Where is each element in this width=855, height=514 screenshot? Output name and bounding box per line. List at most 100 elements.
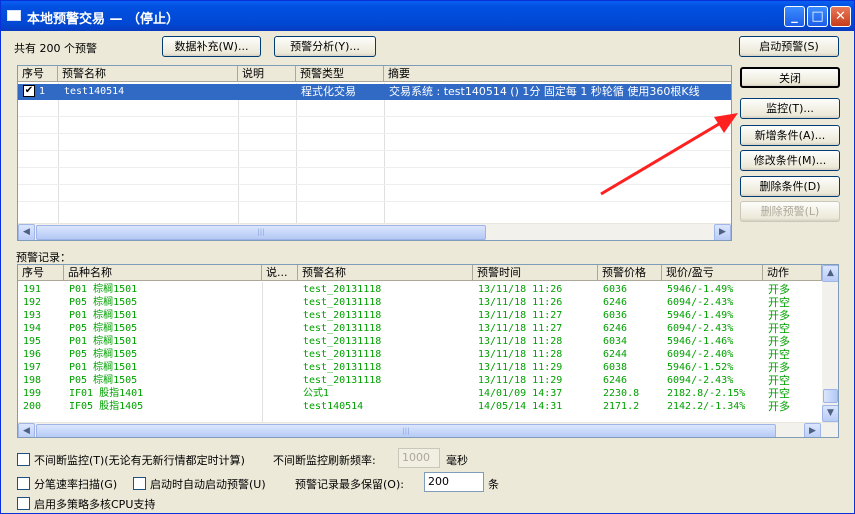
table-row[interactable]: 192 P05 棕榈1505 test_20131118 13/11/18 11:26… [18, 296, 822, 309]
cell-pnl: 6094/-2.43% [667, 375, 734, 386]
scroll-down-icon[interactable]: ▼ [822, 405, 838, 422]
main-window: 本地预警交易 — （停止） _ □ ✕ 共有 200 个预警 数据补充(W)..… [0, 0, 855, 514]
title-bar: 本地预警交易 — （停止） _ □ ✕ [1, 1, 854, 31]
col-header-summary[interactable]: 摘要 [384, 66, 731, 82]
cell-no: 193 [23, 310, 42, 321]
cell-pnl: 5946/-1.46% [667, 336, 734, 347]
multi-core-checkbox[interactable] [17, 497, 30, 510]
start-alert-button[interactable]: 启动预警(S) [739, 36, 839, 57]
cell-note [264, 387, 296, 400]
col-header-note[interactable]: 说... [262, 265, 298, 281]
cell-pnl: 6094/-2.43% [667, 297, 734, 308]
scroll-up-icon[interactable]: ▲ [822, 265, 838, 282]
table-row[interactable]: ✔ 1 test140514 程式化交易 交易系统 : test140514 (… [18, 84, 731, 100]
cell-pnl: 6094/-2.40% [667, 349, 734, 360]
cell-action: 开空 [768, 387, 790, 400]
max-records-input[interactable]: 200 [424, 472, 484, 492]
col-header-price[interactable]: 预警价格 [598, 265, 662, 281]
vscroll-thumb[interactable] [823, 389, 838, 403]
cell-no: 192 [23, 297, 42, 308]
cell-pnl: 6094/-2.43% [667, 323, 734, 334]
table-row[interactable]: 194 P05 棕榈1505 test_20131118 13/11/18 11:27… [18, 322, 822, 335]
col-header-action[interactable]: 动作 [763, 265, 822, 281]
cell-price: 6036 [603, 310, 628, 321]
delete-condition-button[interactable]: 删除条件(D) [740, 176, 840, 197]
ms-unit: 毫秒 [446, 454, 468, 467]
row-desc [241, 85, 294, 98]
table-row[interactable]: 200 IF05 股指1405 test140514 14/05/14 14:31 21… [18, 400, 822, 413]
cell-product: P01 棕榈1501 [69, 284, 138, 295]
cell-time: 13/11/18 11:26 [478, 297, 563, 308]
col-header-name[interactable]: 预警名称 [58, 66, 238, 82]
window-icon [7, 10, 21, 21]
cell-price: 2171.2 [603, 401, 640, 412]
table-row[interactable]: 199 IF01 股指1401 公式1 14/01/09 14:37 2230.8 218… [18, 387, 822, 400]
split-scan-checkbox[interactable] [17, 477, 30, 490]
cell-note [264, 348, 296, 361]
alert-analysis-button[interactable]: 预警分析(Y)... [274, 36, 376, 57]
row-summary: 交易系统 : test140514 () 1分 固定每 1 秒轮循 使用360根… [389, 85, 700, 98]
cell-action: 开多 [768, 335, 790, 348]
records-hscrollbar[interactable]: ◀ ||| ▶ [18, 422, 838, 437]
cell-note [264, 283, 296, 296]
cell-product: P05 棕榈1505 [69, 323, 138, 334]
cell-note [264, 361, 296, 374]
records-list[interactable]: 序号 品种名称 说... 预警名称 预警时间 预警价格 现价/盈亏 动作 191… [17, 264, 839, 438]
row-checkbox[interactable]: ✔ [23, 85, 35, 97]
add-condition-button[interactable]: 新增条件(A)... [740, 125, 840, 146]
col-header-time[interactable]: 预警时间 [473, 265, 598, 281]
continuous-monitor-checkbox[interactable] [17, 453, 30, 466]
cell-product: P05 棕榈1505 [69, 375, 138, 386]
cell-no: 199 [23, 388, 42, 399]
scroll-right-icon[interactable]: ▶ [714, 224, 731, 240]
cell-alert: test_20131118 [303, 375, 382, 386]
multi-core-label: 启用多策略多核CPU支持 [34, 498, 156, 511]
close-button[interactable]: 关闭 [740, 67, 840, 88]
cell-pnl: 2142.2/-1.34% [667, 401, 746, 412]
col-header-product[interactable]: 品种名称 [64, 265, 262, 281]
records-vscrollbar[interactable]: ▲ ▼ [822, 265, 838, 422]
close-window-button[interactable]: ✕ [830, 6, 851, 27]
modify-condition-button[interactable]: 修改条件(M)... [740, 150, 840, 171]
cell-no: 200 [23, 401, 42, 412]
col-header-no[interactable]: 序号 [18, 265, 64, 281]
scroll-thumb[interactable]: ||| [36, 424, 776, 437]
table-row[interactable]: 191 P01 棕榈1501 test_20131118 13/11/18 11:26… [18, 283, 822, 296]
col-header-alert[interactable]: 预警名称 [298, 265, 473, 281]
cell-pnl: 5946/-1.49% [667, 284, 734, 295]
col-header-pnl[interactable]: 现价/盈亏 [662, 265, 763, 281]
table-row[interactable]: 195 P01 棕榈1501 test_20131118 13/11/18 11:28… [18, 335, 822, 348]
alerts-hscrollbar[interactable]: ◀ ||| ▶ [18, 223, 731, 240]
col-header-index[interactable]: 序号 [18, 66, 58, 82]
max-records-label: 预警记录最多保留(O): [295, 478, 404, 491]
table-row[interactable]: 193 P01 棕榈1501 test_20131118 13/11/18 11:27… [18, 309, 822, 322]
cell-time: 13/11/18 11:29 [478, 362, 563, 373]
table-row[interactable]: 198 P05 棕榈1505 test_20131118 13/11/18 11:29… [18, 374, 822, 387]
auto-start-checkbox[interactable] [133, 477, 146, 490]
minimize-button[interactable]: _ [784, 6, 805, 27]
cell-pnl: 2182.8/-2.15% [667, 388, 746, 399]
col-header-type[interactable]: 预警类型 [296, 66, 384, 82]
cell-alert: test_20131118 [303, 323, 382, 334]
scroll-thumb[interactable]: ||| [36, 225, 486, 240]
cell-time: 13/11/18 11:28 [478, 336, 563, 347]
cell-product: P01 棕榈1501 [69, 310, 138, 321]
continuous-monitor-label: 不间断监控(T)(无论有无新行情都定时计算) [34, 454, 245, 467]
row-type: 程式化交易 [301, 85, 356, 98]
scroll-right-icon[interactable]: ▶ [804, 423, 821, 437]
cell-action: 开多 [768, 400, 790, 413]
monitor-button[interactable]: 监控(T)... [740, 98, 840, 119]
table-row[interactable]: 196 P05 棕榈1505 test_20131118 13/11/18 11:28… [18, 348, 822, 361]
scroll-left-icon[interactable]: ◀ [18, 224, 35, 240]
cell-time: 14/05/14 14:31 [478, 401, 563, 412]
data-supplement-button[interactable]: 数据补充(W)... [162, 36, 261, 57]
scroll-left-icon[interactable]: ◀ [18, 423, 35, 437]
cell-note [264, 335, 296, 348]
maximize-button[interactable]: □ [807, 6, 828, 27]
cell-product: P01 棕榈1501 [69, 336, 138, 347]
col-header-desc[interactable]: 说明 [238, 66, 296, 82]
cell-no: 197 [23, 362, 42, 373]
table-row[interactable]: 197 P01 棕榈1501 test_20131118 13/11/18 11:29… [18, 361, 822, 374]
delete-alert-button[interactable]: 删除预警(L) [740, 201, 840, 222]
refresh-freq-input[interactable]: 1000 [398, 448, 440, 468]
